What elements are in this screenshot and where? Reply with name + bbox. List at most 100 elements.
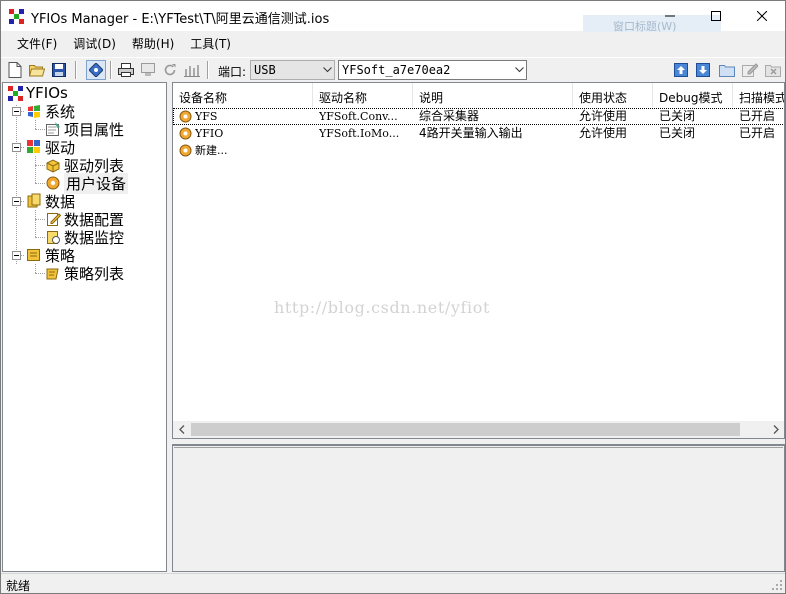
table-row[interactable]: YFS YFSoft.Conv... 综合采集器 允许使用 已关闭 已开启 [173, 108, 784, 125]
output-pane-body [174, 447, 783, 570]
toolbar-separator [207, 61, 209, 79]
menu-file[interactable]: 文件(F) [9, 33, 65, 55]
print-button[interactable] [116, 60, 136, 80]
refresh-icon [164, 64, 176, 76]
column-header-driver-name[interactable]: 驱动名称 [313, 83, 413, 107]
chevron-down-icon [515, 67, 524, 73]
tree-node-driver[interactable]: 驱动 [26, 138, 75, 157]
column-header-device-name[interactable]: 设备名称 [173, 83, 313, 107]
column-header-description[interactable]: 说明 [413, 83, 573, 107]
cell-driver-name: YFSoft.IoMo... [319, 127, 400, 140]
port-select[interactable]: USB [250, 60, 335, 80]
tree-item-data-config[interactable]: 数据配置 [45, 210, 124, 229]
monitor-button[interactable] [138, 60, 158, 80]
refresh-button[interactable] [160, 60, 180, 80]
status-bar: 就绪 [1, 573, 785, 593]
title-bar[interactable]: YFIOs Manager - E:\YFTest\T\阿里云通信测试.ios … [1, 1, 785, 37]
device-list[interactable]: 设备名称 驱动名称 说明 使用状态 Debug模式 扫描模式 YFS YFSof… [172, 82, 785, 439]
status-text: 就绪 [6, 579, 31, 593]
scroll-left-button[interactable] [173, 421, 190, 438]
download-icon [696, 63, 710, 77]
delete-button[interactable] [763, 60, 783, 80]
data-monitor-icon [45, 229, 61, 245]
column-header-debug-mode[interactable]: Debug模式 [653, 83, 733, 107]
connect-icon [89, 63, 103, 77]
tree-node-system[interactable]: 系统 [26, 102, 75, 121]
cell-device-name: YFIO [195, 127, 224, 140]
save-button[interactable] [49, 60, 69, 80]
open-button[interactable] [27, 60, 47, 80]
chart-icon [184, 65, 200, 77]
upload-icon [674, 63, 688, 77]
tree-item-label: 策略列表 [64, 264, 125, 283]
printer-icon [118, 63, 134, 77]
tree-connector [35, 210, 36, 237]
maximize-button[interactable] [693, 1, 739, 31]
menu-help[interactable]: 帮助(H) [124, 33, 182, 55]
tree-item-strategy-list[interactable]: 策略列表 [45, 264, 125, 283]
new-item-label: 新建... [195, 144, 228, 157]
tree-root[interactable]: YFIOs [7, 84, 68, 102]
tree-node-strategy[interactable]: 策略 [26, 246, 75, 265]
gear-device-icon [179, 127, 192, 140]
output-pane [172, 444, 785, 572]
menu-bar: 文件(F) 调试(D) 帮助(H) 工具(T) [1, 32, 785, 56]
tree-item-data-monitor[interactable]: 数据监控 [45, 228, 124, 247]
chart-button[interactable] [182, 60, 202, 80]
column-header-status[interactable]: 使用状态 [573, 83, 653, 107]
horizontal-scrollbar[interactable] [173, 421, 784, 438]
minimize-button[interactable] [647, 1, 693, 31]
maximize-icon [711, 11, 721, 21]
cell-debug-mode: 已关闭 [659, 126, 696, 140]
cell-status: 允许使用 [579, 109, 628, 123]
gear-device-icon [179, 110, 192, 123]
tree-item-driver-list[interactable]: 驱动列表 [45, 156, 124, 175]
cell-driver-name: YFSoft.Conv... [319, 110, 398, 123]
properties-icon [45, 121, 61, 137]
close-icon [757, 11, 767, 21]
project-tree[interactable]: YFIOs 系统 项目属性 驱动 驱动列表 用户设备 数据 数据配置 数据监控 … [2, 82, 167, 572]
tree-node-data[interactable]: 数据 [26, 192, 75, 211]
upload-button[interactable] [671, 60, 691, 80]
collapse-toggle[interactable] [12, 143, 21, 152]
tree-connector [35, 219, 45, 220]
edit-button[interactable] [740, 60, 760, 80]
list-header: 设备名称 驱动名称 说明 使用状态 Debug模式 扫描模式 [173, 83, 784, 107]
tree-connector [35, 129, 45, 130]
strategy-list-icon [45, 265, 61, 281]
close-button[interactable] [739, 1, 785, 31]
driver-cube-icon [26, 139, 42, 155]
tree-connector [35, 264, 36, 273]
tree-item-project-properties[interactable]: 项目属性 [45, 120, 124, 139]
scroll-right-button[interactable] [767, 421, 784, 438]
table-row[interactable]: YFIO YFSoft.IoMo... 4路开关量输入输出 允许使用 已关闭 已… [173, 125, 784, 142]
data-config-icon [45, 211, 61, 227]
scroll-thumb[interactable] [191, 423, 740, 436]
column-header-scan-mode[interactable]: 扫描模式 [733, 83, 784, 107]
windows-flag-icon [26, 103, 42, 119]
open-folder-icon [29, 65, 45, 77]
edit-icon [742, 63, 758, 77]
tree-item-user-devices[interactable]: 用户设备 [45, 172, 129, 194]
collapse-toggle[interactable] [12, 251, 21, 260]
collapse-toggle[interactable] [12, 107, 21, 116]
collapse-toggle[interactable] [12, 197, 21, 206]
chevron-down-icon [323, 67, 332, 73]
port-label: 端口: [218, 65, 247, 79]
delete-icon [765, 64, 781, 77]
toolbar: 端口: USB YFSoft_a7e70ea2 [1, 57, 785, 81]
menu-tools[interactable]: 工具(T) [182, 33, 239, 55]
connect-button[interactable] [86, 60, 106, 80]
download-button[interactable] [693, 60, 713, 80]
tree-connector [35, 165, 45, 166]
menu-debug[interactable]: 调试(D) [65, 33, 124, 55]
resize-grip-icon[interactable] [771, 579, 783, 591]
driver-list-icon [45, 157, 61, 173]
new-file-button[interactable] [5, 60, 25, 80]
save-icon [52, 63, 66, 77]
new-item-row[interactable]: 新建... [173, 142, 784, 159]
folder-button[interactable] [717, 60, 737, 80]
folder-icon [719, 64, 735, 77]
device-select[interactable]: YFSoft_a7e70ea2 [338, 60, 527, 80]
strategy-icon [26, 247, 42, 263]
